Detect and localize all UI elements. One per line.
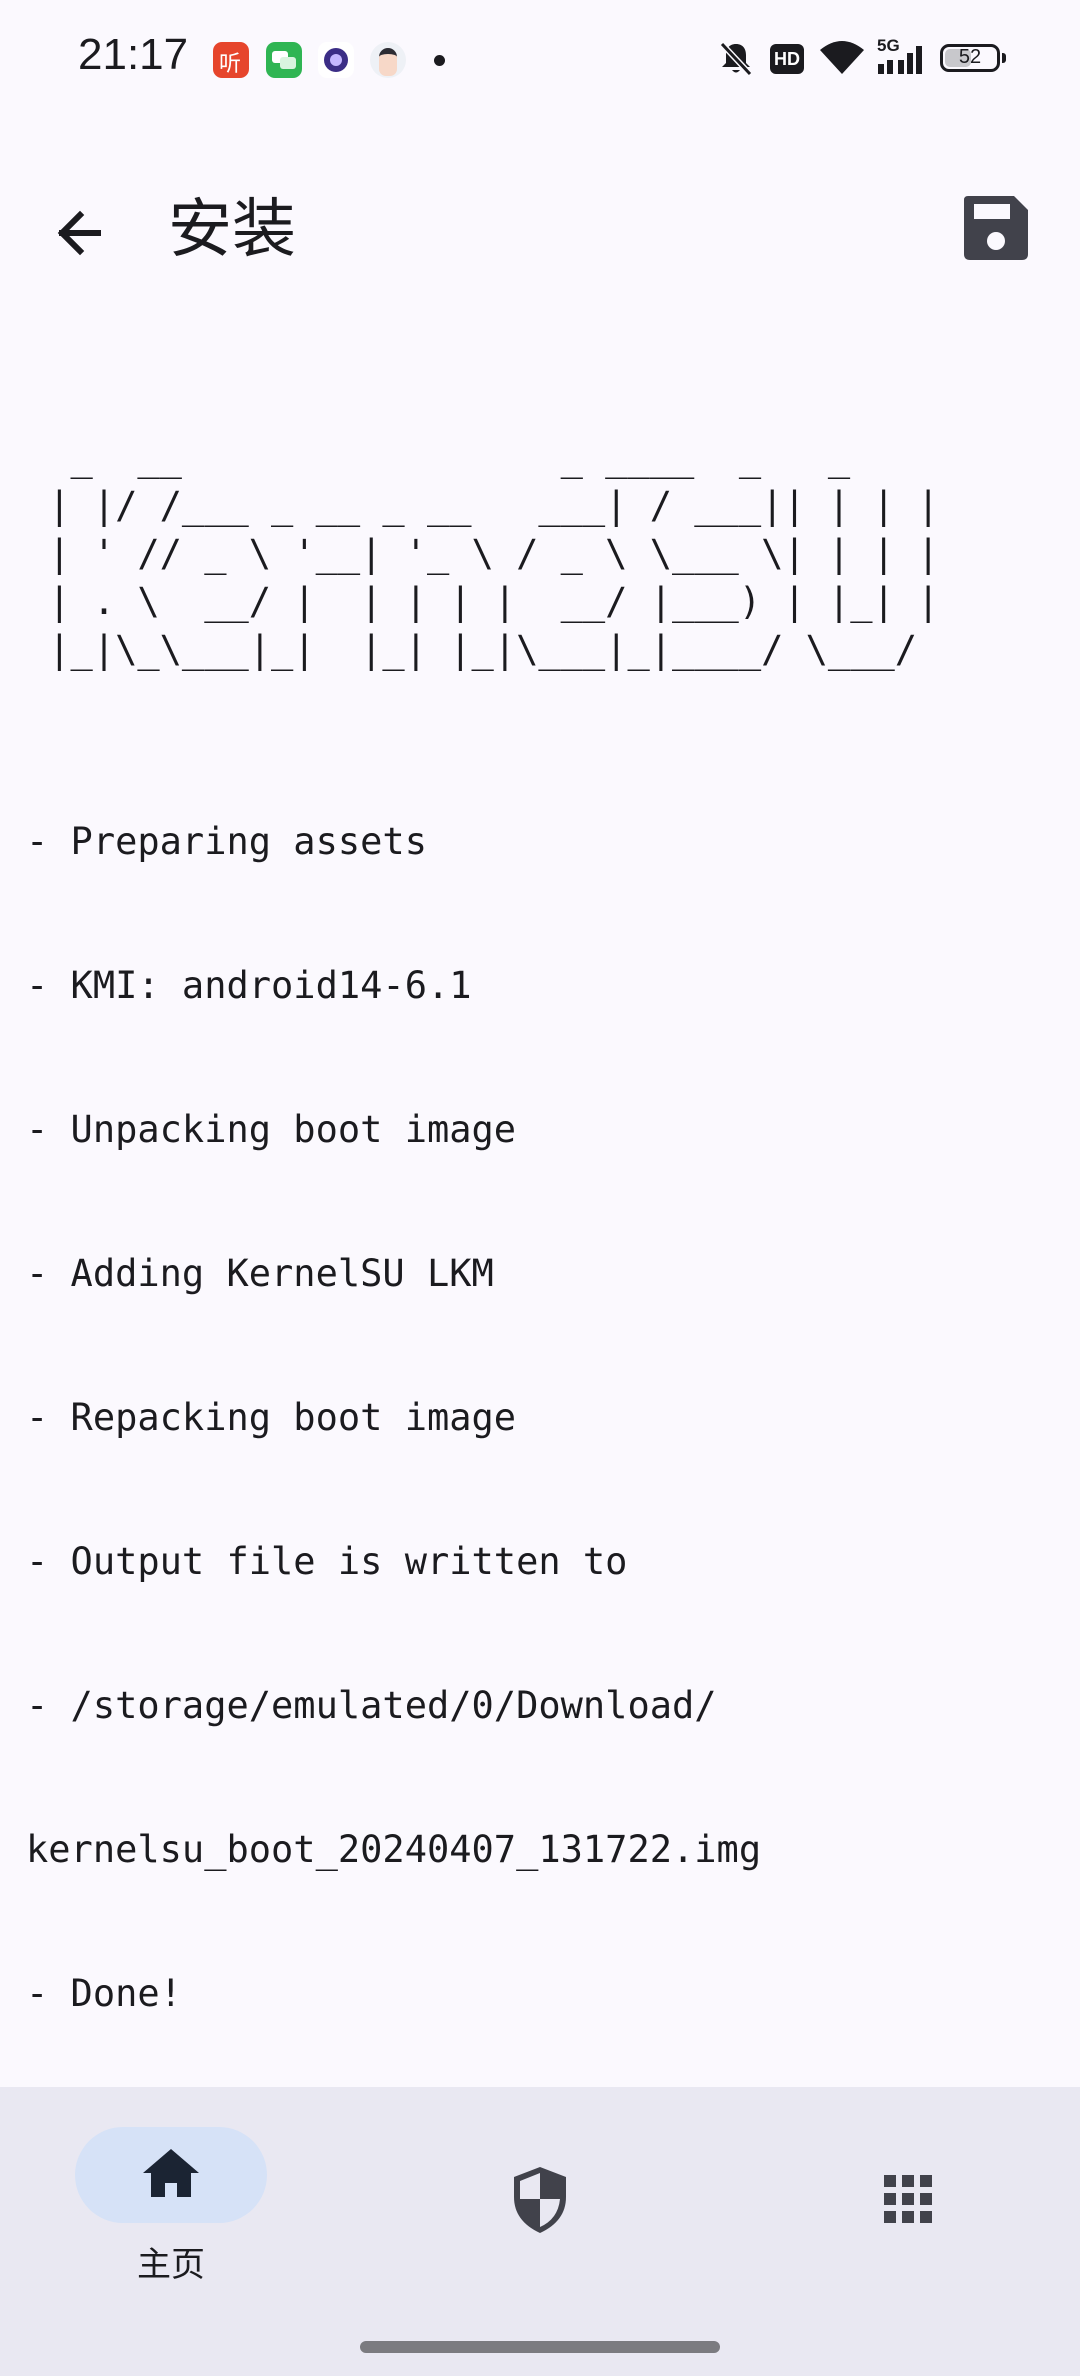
shield-icon xyxy=(514,2167,566,2233)
log-line: - /storage/emulated/0/Download/ xyxy=(26,1684,717,1727)
install-log: _ __ _ ____ _ _ | |/ /___ _ __ _ __ ___|… xyxy=(26,338,1066,2066)
apps-grid-icon xyxy=(884,2175,932,2223)
save-button[interactable] xyxy=(948,180,1044,276)
log-line: - Adding KernelSU LKM xyxy=(26,1252,494,1295)
bell-off-icon xyxy=(719,41,753,77)
nav-label-home: 主页 xyxy=(137,2245,205,2285)
nav-item-home[interactable]: 主页 xyxy=(71,2127,271,2327)
battery-level: 52 xyxy=(958,46,982,68)
browser-app-icon xyxy=(318,42,354,78)
more-notifications-dot xyxy=(434,55,445,66)
log-line: - Done! xyxy=(26,1972,182,2015)
log-line: - Unpacking boot image xyxy=(26,1108,517,1151)
back-button[interactable] xyxy=(40,188,130,278)
signal-icon xyxy=(878,46,922,74)
arrow-back-icon xyxy=(57,210,101,256)
messages-app-icon xyxy=(266,42,302,78)
gesture-handle[interactable] xyxy=(360,2341,720,2353)
page-title: 安装 xyxy=(168,193,296,267)
log-line: kernelsu_boot_20240407_131722.img xyxy=(26,1828,762,1871)
battery-icon: 52 xyxy=(940,44,1006,72)
bottom-navigation: 主页 xyxy=(0,2087,1080,2376)
avatar-app-icon xyxy=(370,42,406,78)
wifi-icon xyxy=(820,41,864,74)
save-icon xyxy=(964,196,1028,260)
status-time: 21:17 xyxy=(78,30,189,79)
kernelsu-ascii-banner: _ __ _ ____ _ _ | |/ /___ _ __ _ __ ___|… xyxy=(48,436,940,671)
log-line: - Output file is written to xyxy=(26,1540,628,1583)
hd-voice-icon: HD xyxy=(770,44,804,74)
top-app-bar: 安装 xyxy=(0,160,1080,280)
ting-app-icon: 听 xyxy=(213,42,249,78)
log-line: - Preparing assets xyxy=(26,820,427,863)
status-bar: 21:17 听 HD 5G 52 xyxy=(0,0,1080,120)
log-line: - Repacking boot image xyxy=(26,1396,517,1439)
nav-item-superuser[interactable] xyxy=(440,2127,640,2327)
nav-item-modules[interactable] xyxy=(808,2127,1008,2327)
log-line: - KMI: android14-6.1 xyxy=(26,964,472,1007)
home-icon xyxy=(143,2149,199,2197)
